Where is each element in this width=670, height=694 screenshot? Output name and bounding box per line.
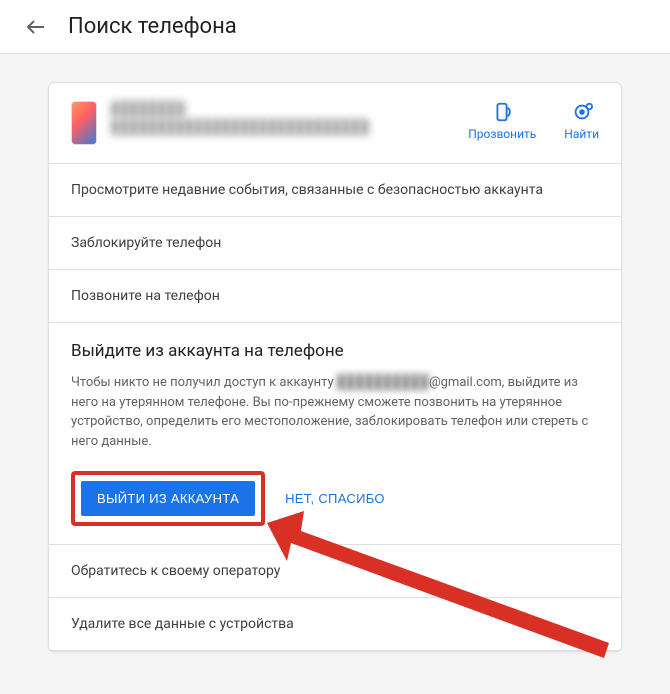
option-label: Удалите все данные с устройства [71, 616, 294, 632]
back-arrow-icon[interactable] [24, 15, 48, 39]
device-name: ████████ [111, 101, 369, 119]
option-security-events[interactable]: Просмотрите недавние события, связанные … [49, 164, 621, 217]
signout-email-blurred: ██████████ [337, 375, 429, 390]
ring-label: Прозвонить [468, 127, 536, 141]
find-icon [571, 101, 593, 123]
signout-desc-prefix: Чтобы никто не получил доступ к аккаунту [71, 375, 337, 390]
option-contact-carrier[interactable]: Обратитесь к своему оператору [49, 545, 621, 598]
option-signout-expanded: Выйдите из аккаунта на телефоне Чтобы ни… [49, 323, 621, 545]
signout-email-domain: @gmail.com [429, 375, 502, 390]
device-info-block: ████████ ████████████████████████████ [71, 101, 369, 145]
signout-cancel-button[interactable]: НЕТ, СПАСИБО [279, 481, 391, 516]
device-card: ████████ ████████████████████████████ Пр… [48, 82, 622, 652]
option-label: Просмотрите недавние события, связанные … [71, 182, 543, 198]
device-details: ████████████████████████████ [111, 119, 369, 137]
signout-confirm-button[interactable]: ВЫЙТИ ИЗ АККАУНТА [81, 481, 255, 516]
page-header: Поиск телефона [0, 0, 670, 54]
device-summary-row: ████████ ████████████████████████████ Пр… [49, 83, 621, 164]
signout-buttons: ВЫЙТИ ИЗ АККАУНТА НЕТ, СПАСИБО [71, 471, 599, 526]
signout-description: Чтобы никто не получил доступ к аккаунту… [71, 373, 599, 451]
option-label: Обратитесь к своему оператору [71, 563, 280, 579]
option-erase-device[interactable]: Удалите все данные с устройства [49, 598, 621, 651]
find-device-button[interactable]: Найти [564, 101, 599, 141]
page-title: Поиск телефона [68, 14, 237, 39]
annotation-highlight-box: ВЫЙТИ ИЗ АККАУНТА [71, 471, 265, 526]
option-label: Заблокируйте телефон [71, 235, 221, 251]
option-lock-phone[interactable]: Заблокируйте телефон [49, 217, 621, 270]
ring-device-button[interactable]: Прозвонить [468, 101, 536, 141]
device-info-text: ████████ ████████████████████████████ [111, 101, 369, 137]
ring-icon [491, 101, 513, 123]
option-call-phone[interactable]: Позвоните на телефон [49, 270, 621, 323]
phone-thumbnail-icon [71, 101, 97, 145]
device-actions: Прозвонить Найти [468, 101, 599, 141]
option-label: Позвоните на телефон [71, 288, 220, 304]
find-label: Найти [564, 127, 599, 141]
signout-title: Выйдите из аккаунта на телефоне [71, 341, 599, 361]
